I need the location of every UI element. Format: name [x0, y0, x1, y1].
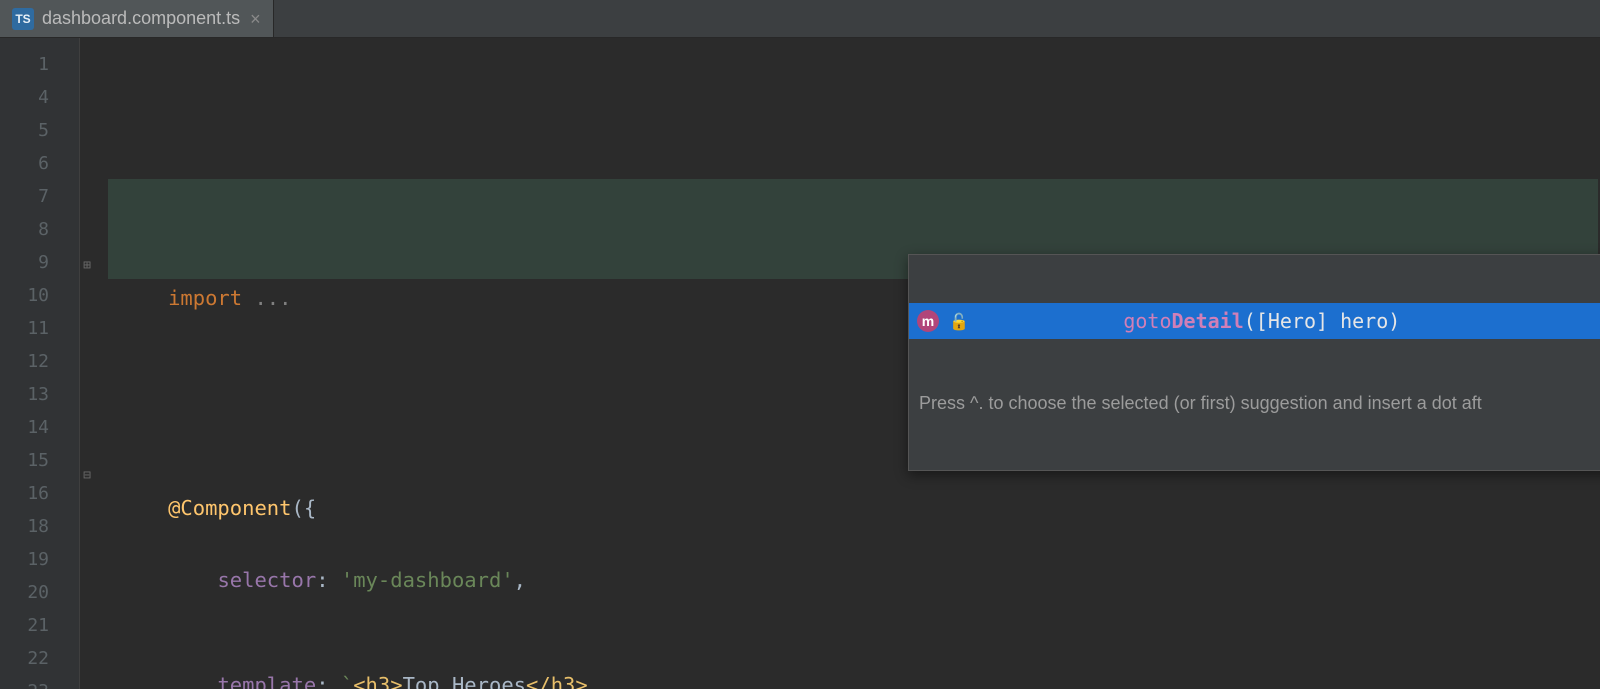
- line-number: 15: [0, 444, 79, 477]
- line-number: 18: [0, 510, 79, 543]
- line-number: 6: [0, 147, 79, 180]
- line-number: 12: [0, 345, 79, 378]
- html-text: Top Heroes: [403, 673, 526, 689]
- line-number: 14: [0, 411, 79, 444]
- completion-item[interactable]: m 🔓 gotoDetail([Hero] hero): [909, 303, 1600, 339]
- method-icon: m: [917, 310, 939, 332]
- paren: ({: [292, 496, 317, 520]
- decorator-at: @: [168, 496, 180, 520]
- tab-bar: TS dashboard.component.ts ×: [0, 0, 1600, 38]
- string: 'my-dashboard': [341, 568, 514, 592]
- line-number: 7: [0, 180, 79, 213]
- line-number: 4: [0, 81, 79, 114]
- line-number: 8: [0, 213, 79, 246]
- code-area[interactable]: ⊞ import ... ⊟ @Component({ selector: 'm…: [80, 38, 1600, 689]
- line-number: 23: [0, 675, 79, 689]
- line-number: 21: [0, 609, 79, 642]
- line-number: 22: [0, 642, 79, 675]
- line-number: 20: [0, 576, 79, 609]
- keyword-import: import: [168, 286, 254, 310]
- ts-file-icon: TS: [12, 8, 34, 30]
- sig-bold: Detail: [1172, 309, 1244, 333]
- html-tag: </h3>: [526, 673, 588, 689]
- code-completion-popup[interactable]: m 🔓 gotoDetail([Hero] hero) Press ^. to …: [908, 254, 1600, 471]
- close-icon[interactable]: ×: [248, 10, 263, 28]
- line-number: 5: [0, 114, 79, 147]
- sig-prefix: goto: [1123, 309, 1171, 333]
- line-number: 11: [0, 312, 79, 345]
- code-line[interactable]: selector: 'my-dashboard',: [80, 531, 1600, 564]
- completion-hint: Press ^. to choose the selected (or firs…: [909, 387, 1600, 422]
- line-number: 19: [0, 543, 79, 576]
- tab-filename: dashboard.component.ts: [42, 8, 240, 29]
- backtick: `: [341, 673, 353, 689]
- line-number: 1: [0, 48, 79, 81]
- prop-template: template: [217, 673, 316, 689]
- line-number: 10: [0, 279, 79, 312]
- line-number: 16: [0, 477, 79, 510]
- completion-signature: gotoDetail([Hero] hero): [1003, 285, 1400, 357]
- comma: ,: [514, 568, 526, 592]
- decorator-name: Component: [180, 496, 291, 520]
- fold-icon[interactable]: ⊟: [80, 459, 94, 492]
- line-number: 13: [0, 378, 79, 411]
- line-number: 9: [0, 246, 79, 279]
- editor-tab[interactable]: TS dashboard.component.ts ×: [0, 0, 274, 37]
- sig-params: ([Hero] hero): [1244, 309, 1401, 333]
- html-tag: <h3>: [353, 673, 402, 689]
- code-editor[interactable]: 1 4 5 6 7 8 9 10 11 12 13 14 15 16 18 19…: [0, 38, 1600, 689]
- prop-selector: selector: [217, 568, 316, 592]
- code-line[interactable]: ⊞ import ...: [80, 216, 1600, 249]
- unlock-icon: 🔓: [949, 312, 969, 331]
- code-line[interactable]: template: `<h3>Top Heroes</h3>: [80, 636, 1600, 669]
- collapsed-text: ...: [254, 286, 291, 310]
- fold-icon[interactable]: ⊞: [80, 249, 94, 282]
- line-number-gutter: 1 4 5 6 7 8 9 10 11 12 13 14 15 16 18 19…: [0, 38, 80, 689]
